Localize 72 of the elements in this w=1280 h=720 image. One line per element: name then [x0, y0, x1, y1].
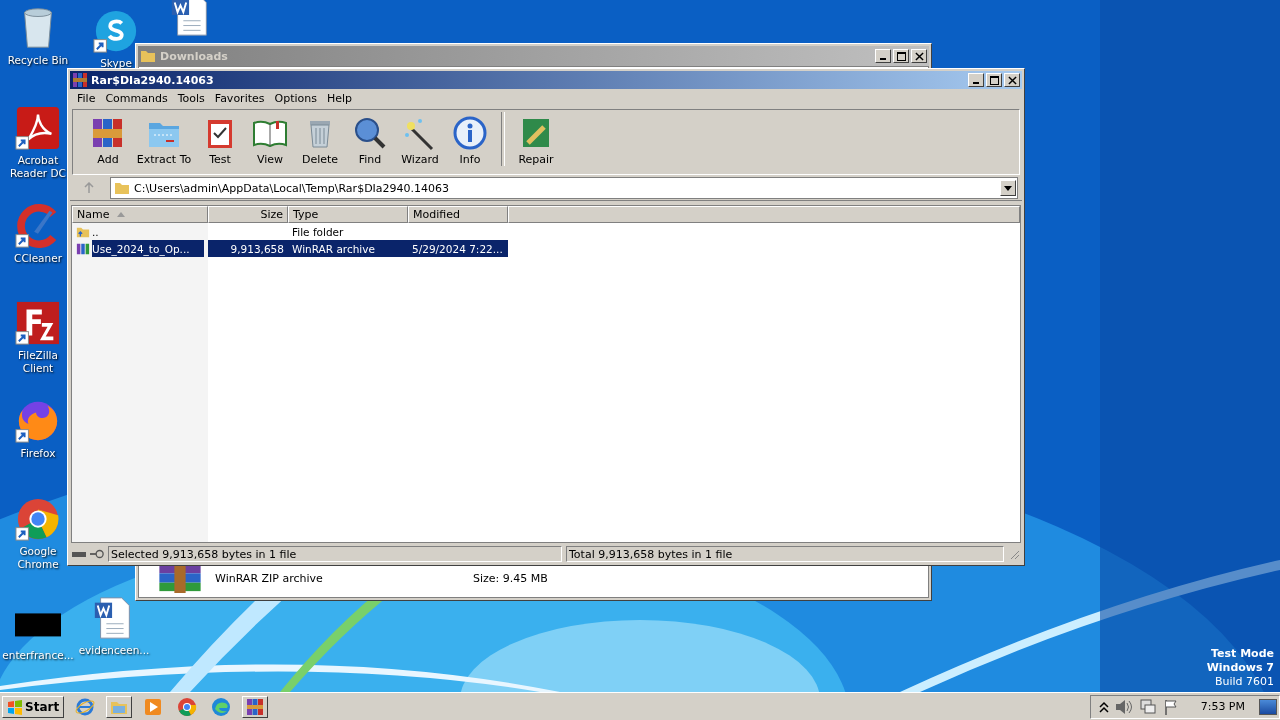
repair-button[interactable]: Repair	[511, 112, 561, 166]
test-button[interactable]: Test	[195, 112, 245, 166]
delete-button[interactable]: Delete	[295, 112, 345, 166]
info-button[interactable]: Info	[445, 112, 495, 166]
menu-item[interactable]: Tools	[172, 92, 210, 105]
file-row[interactable]: .. File folder	[72, 223, 508, 240]
dropdown-button[interactable]	[1000, 180, 1016, 196]
windows-logo-icon	[7, 698, 23, 715]
chevron-up-icon[interactable]	[1098, 700, 1109, 713]
start-button[interactable]: Start	[2, 695, 65, 718]
window-title: Downloads	[160, 49, 228, 63]
status-text: Selected 9,913,658 bytes in 1 file	[108, 546, 562, 562]
folder-icon	[140, 48, 156, 64]
menu-item[interactable]: Commands	[100, 92, 173, 105]
archive-icon	[157, 563, 203, 593]
column-header[interactable]: Size	[208, 206, 288, 223]
file-type: WinRAR ZIP archive	[215, 571, 324, 585]
skype-icon[interactable]	[93, 8, 139, 54]
close-button[interactable]	[911, 49, 927, 63]
desktop-icon-label: Acrobat Reader DC	[9, 154, 67, 180]
info-icon	[452, 115, 488, 151]
minimize-button[interactable]	[875, 49, 891, 63]
menu-item[interactable]: Help	[321, 92, 358, 105]
menu-item[interactable]: Favorites	[209, 92, 270, 105]
drive-icon	[72, 549, 86, 559]
key-icon	[90, 549, 104, 559]
desktop-icon-label: Google Chrome	[16, 545, 60, 571]
maximize-button[interactable]	[986, 73, 1002, 87]
status-text: Total 9,913,658 bytes in 1 file	[566, 546, 1004, 562]
minimize-button[interactable]	[968, 73, 984, 87]
acrobat-icon[interactable]	[15, 105, 61, 151]
path-field[interactable]: C:\Users\admin\AppData\Local\Temp\Rar$DIa2940.14063	[110, 177, 1018, 199]
add-button[interactable]: Add	[83, 112, 133, 166]
folder-icon[interactable]	[106, 695, 133, 718]
winrar-icon	[72, 72, 88, 88]
speaker-icon[interactable]	[1114, 698, 1133, 715]
desktop-icon-label: Skype	[100, 57, 132, 70]
maximize-button[interactable]	[893, 49, 909, 63]
file-size: Size: 9.45 MB	[473, 571, 548, 585]
window-title: Rar$DIa2940.14063	[91, 73, 214, 87]
os-notice-text: Test Mode	[1211, 647, 1274, 661]
os-notice-text: Windows 7	[1206, 661, 1274, 675]
wizard-button[interactable]: Wizard	[395, 112, 445, 166]
desktop-icon-label: enterfrance...	[2, 649, 74, 662]
desktop-icon-label: Firefox	[20, 447, 56, 460]
menu-item[interactable]: Options	[269, 92, 322, 105]
desktop-icon-label: FileZilla Client	[17, 349, 59, 375]
folder-icon	[114, 180, 130, 196]
find-button[interactable]: Find	[345, 112, 395, 166]
magnifier-icon	[352, 115, 388, 151]
menu-item[interactable]: File	[72, 92, 101, 105]
column-header[interactable]: Type	[288, 206, 408, 223]
archive-icon	[76, 241, 90, 256]
filezilla-icon[interactable]	[15, 300, 61, 346]
view-button[interactable]: View	[245, 112, 295, 166]
caret-icon	[1004, 185, 1012, 191]
up-arrow-icon	[83, 182, 95, 194]
archive-icon[interactable]	[242, 695, 269, 718]
clock[interactable]: 7:53 PM	[1200, 700, 1245, 713]
chrome-icon[interactable]	[15, 496, 61, 542]
os-notice-text: Build 7601	[1214, 675, 1274, 689]
desktop-icon-label: CCleaner	[14, 252, 62, 265]
file-row[interactable]: Use_2024_to_Op... 9,913,658 WinRAR archive 5/29/2024 7:22...	[72, 240, 508, 257]
resize-grip[interactable]	[1008, 548, 1020, 560]
network-icon[interactable]	[1138, 698, 1157, 715]
desktop-icon-label: Recycle Bin	[7, 54, 69, 67]
column-header[interactable]: Name	[72, 206, 208, 223]
close-button[interactable]	[1004, 73, 1020, 87]
extract-button[interactable]: Extract To	[133, 112, 195, 166]
show-desktop-button[interactable]	[1259, 698, 1277, 715]
column-header[interactable]: Modified	[408, 206, 508, 223]
desktop-icon-label: evidenceen...	[78, 644, 150, 657]
